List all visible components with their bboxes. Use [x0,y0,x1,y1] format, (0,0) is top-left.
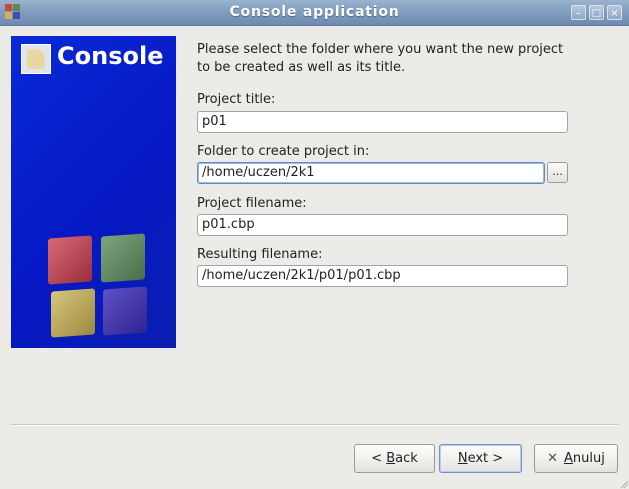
back-rest: ack [395,451,418,466]
folder-input[interactable]: /home/uczen/2k1 [197,162,545,184]
cancel-accel: A [564,451,573,466]
window-title: Console application [229,4,400,20]
title-bar[interactable]: Console application – □ × [0,0,629,26]
wizard-banner: Console [11,36,176,348]
cube-red-block [48,235,92,285]
cancel-button[interactable]: ✕ Anuluj [534,444,618,473]
intro-text: Please select the folder where you want … [197,41,597,77]
cube-purple-block [103,286,147,336]
resize-grip-icon[interactable] [619,479,629,489]
browse-button[interactable]: ... [547,162,568,183]
cube-yellow-block [51,288,95,338]
back-prefix: < [371,451,387,466]
next-button[interactable]: Next > [439,444,522,473]
banner-title: Console [57,42,164,70]
next-rest: ext > [467,451,504,466]
project-filename-input[interactable]: p01.cbp [197,214,568,236]
cancel-rest: nuluj [572,451,605,466]
minimize-icon[interactable]: – [571,5,586,20]
resulting-filename-label: Resulting filename: [197,247,323,262]
button-separator [11,424,618,426]
intro-line-1: Please select the folder where you want … [197,42,564,57]
cancel-x-icon: ✕ [547,451,559,466]
next-accel: N [457,451,468,466]
project-title-label: Project title: [197,92,276,107]
intro-line-2: to be created as well as its title. [197,60,406,75]
cube-green-block [101,233,145,283]
project-filename-label: Project filename: [197,196,307,211]
resulting-filename-input[interactable]: /home/uczen/2k1/p01/p01.cbp [197,265,568,287]
project-title-input[interactable]: p01 [197,111,568,133]
back-button[interactable]: < Back [354,444,435,473]
maximize-icon[interactable]: □ [589,5,604,20]
back-accel: B [386,451,396,466]
close-icon[interactable]: × [607,5,622,20]
folder-label: Folder to create project in: [197,144,370,159]
banner-console-icon [21,44,51,74]
